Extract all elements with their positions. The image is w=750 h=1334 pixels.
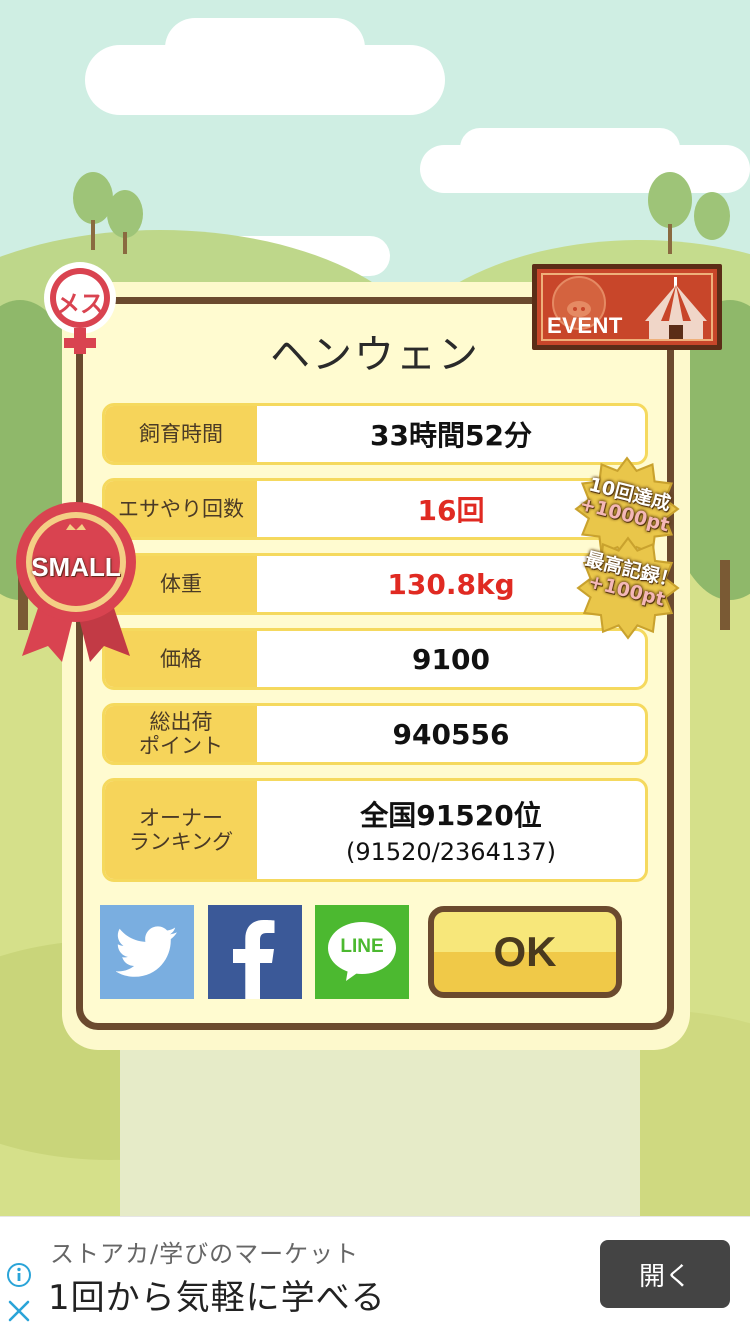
stat-label-line: ランキング bbox=[128, 830, 234, 854]
event-label: EVENT bbox=[547, 313, 623, 338]
stat-row-price: 価格 9100 bbox=[102, 628, 648, 690]
stat-value: 全国91520位 (91520/2364137) bbox=[257, 781, 645, 879]
stat-value: 940556 bbox=[392, 717, 510, 751]
stat-row-owner-ranking: オーナー ランキング 全国91520位 (91520/2364137) bbox=[102, 778, 648, 882]
tree bbox=[648, 172, 730, 254]
facebook-share-button[interactable] bbox=[208, 905, 302, 999]
event-button[interactable]: EVENT bbox=[532, 264, 722, 350]
info-icon[interactable] bbox=[6, 1262, 32, 1288]
twitter-share-button[interactable] bbox=[100, 905, 194, 999]
stat-label: 飼育時間 bbox=[105, 406, 257, 462]
cloud bbox=[460, 128, 680, 168]
ok-button[interactable]: OK bbox=[428, 906, 622, 998]
circus-tent-icon bbox=[645, 277, 707, 339]
close-icon[interactable] bbox=[6, 1298, 32, 1324]
stat-label: オーナー ランキング bbox=[105, 781, 257, 879]
ranking-value: 全国91520位 bbox=[360, 799, 542, 832]
line-share-button[interactable]: LINE bbox=[315, 905, 409, 999]
ad-open-button[interactable]: 開く bbox=[600, 1240, 730, 1308]
stat-row-shipment-points: 総出荷 ポイント 940556 bbox=[102, 703, 648, 765]
size-label: SMALL bbox=[31, 552, 121, 582]
facebook-f-icon bbox=[233, 920, 275, 999]
twitter-bird-icon bbox=[116, 926, 177, 977]
line-icon: LINE bbox=[326, 921, 398, 983]
cloud bbox=[165, 18, 365, 78]
ad-headline[interactable]: 1回から気軽に学べる bbox=[48, 1270, 386, 1319]
stat-label-line: オーナー bbox=[139, 805, 223, 830]
stat-label-line: 総出荷 bbox=[149, 709, 213, 734]
stat-label: 総出荷 ポイント bbox=[105, 706, 257, 762]
female-badge: メス bbox=[36, 260, 126, 360]
size-rosette: SMALL bbox=[12, 496, 140, 666]
line-label: LINE bbox=[340, 936, 384, 957]
stat-row-breeding-time: 飼育時間 33時間52分 bbox=[102, 403, 648, 465]
stat-label-line: ポイント bbox=[139, 734, 223, 758]
ranking-detail: (91520/2364137) bbox=[345, 838, 557, 866]
ad-source: ストアカ/学びのマーケット bbox=[50, 1240, 360, 1268]
stat-value: 33時間52分 bbox=[370, 419, 532, 452]
gender-label: メス bbox=[56, 290, 104, 318]
tree bbox=[73, 172, 143, 254]
stat-row-weight: 体重 130.8kg bbox=[102, 553, 648, 615]
